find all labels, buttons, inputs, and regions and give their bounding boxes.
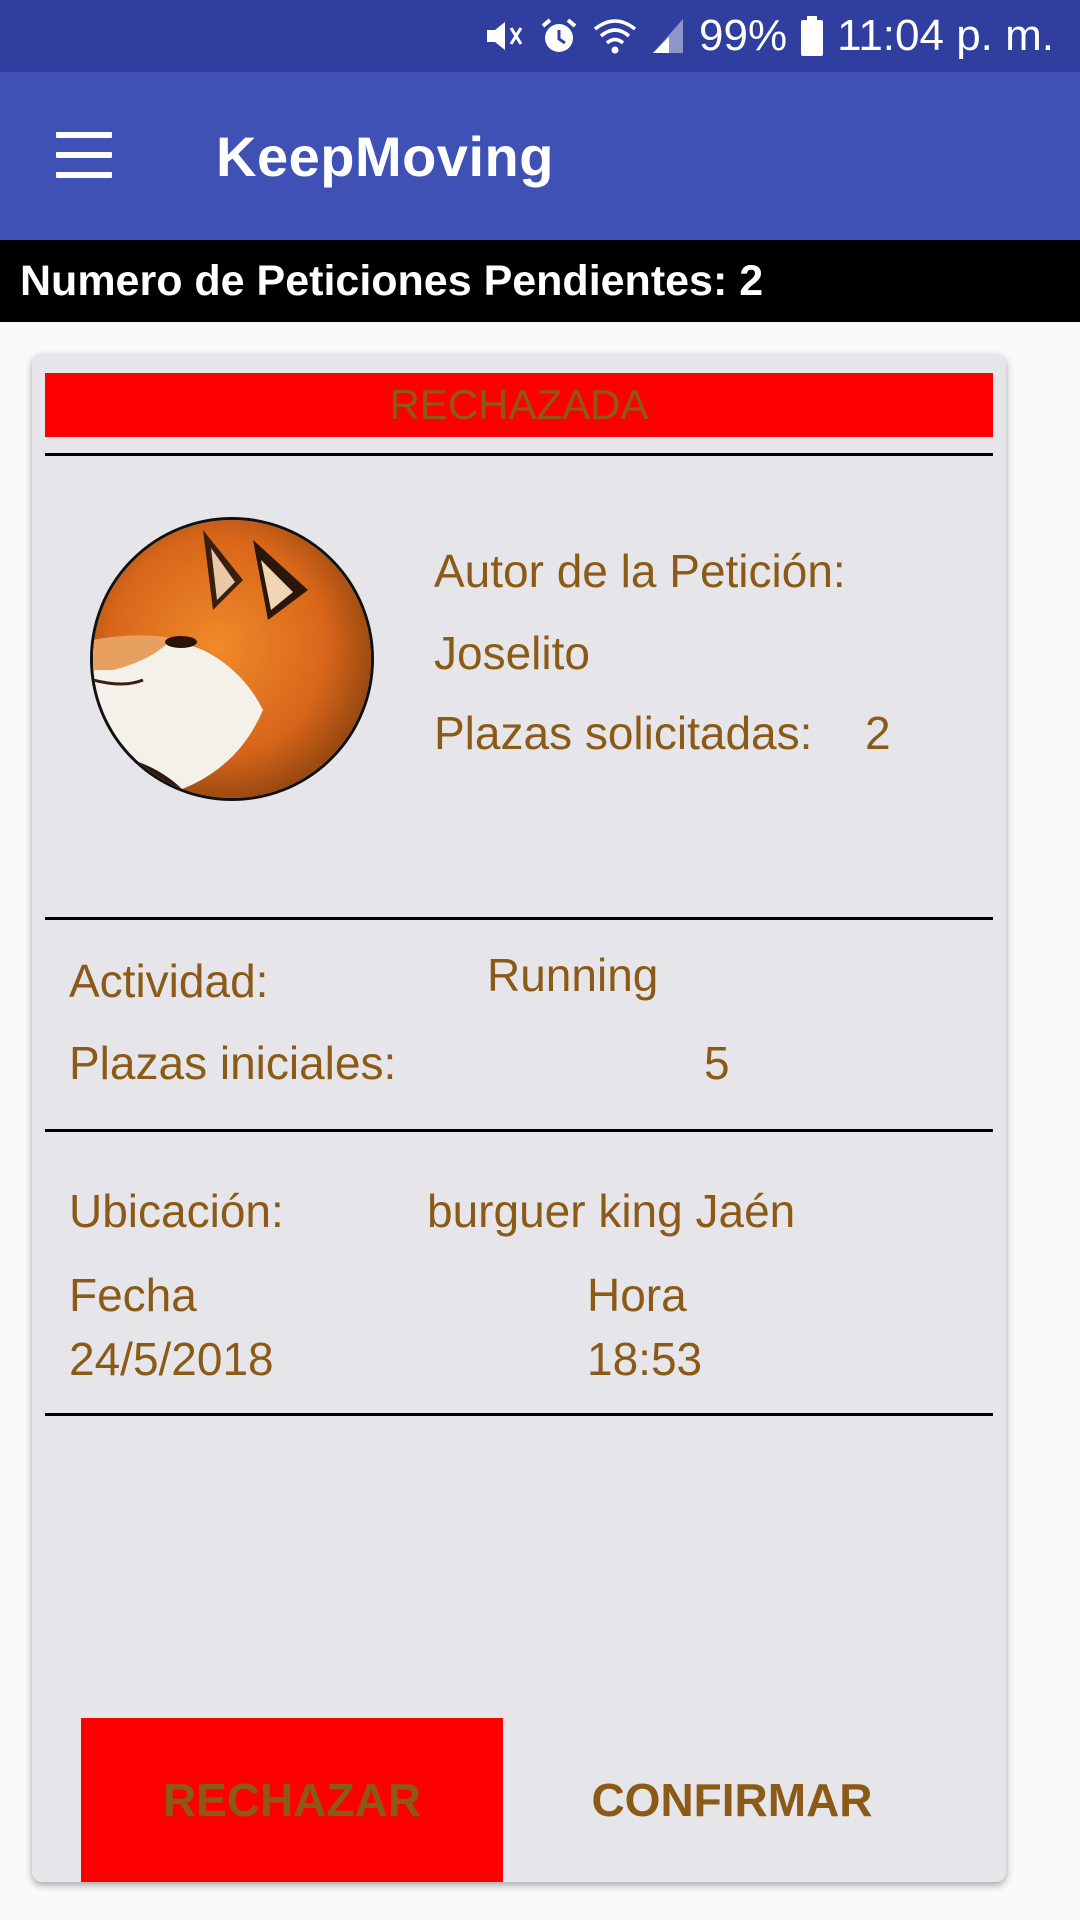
wifi-icon [593,17,637,55]
divider [45,1413,993,1416]
status-bar: 99% 11:04 p. m. [0,0,1080,72]
hamburger-menu-icon[interactable] [56,132,112,178]
requested-seats-label: Plazas solicitadas: [434,707,813,759]
confirm-button[interactable]: CONFIRMAR [503,1718,961,1882]
divider [45,1129,993,1132]
signal-icon [651,17,685,55]
battery-percentage: 99% [699,11,788,60]
app-bar: KeepMoving [0,72,1080,240]
pending-requests-text: Numero de Peticiones Pendientes: 2 [20,256,764,305]
activity-value: Running [487,949,659,1001]
alarm-icon [539,16,579,56]
divider [45,917,993,920]
mute-vibrate-icon [483,16,525,56]
requested-seats-value: 2 [865,707,891,759]
location-label: Ubicación: [69,1185,284,1237]
date-label: Fecha [69,1269,197,1321]
request-card: RECHAZADA Autor de la Petición: Joselito [32,354,1006,1882]
author-name: Joselito [434,627,590,679]
battery-icon [801,16,824,56]
initial-seats-label: Plazas iniciales: [69,1037,397,1089]
status-banner: RECHAZADA [45,373,993,437]
app-title: KeepMoving [216,125,554,188]
reject-button[interactable]: RECHAZAR [81,1718,503,1882]
activity-label: Actividad: [69,955,269,1007]
time-label: Hora [587,1269,687,1321]
pending-requests-bar: Numero de Peticiones Pendientes: 2 [0,240,1080,322]
initial-seats-value: 5 [704,1037,730,1089]
fox-avatar-icon [90,517,374,801]
time-value: 18:53 [587,1333,703,1385]
date-value: 24/5/2018 [69,1333,274,1385]
divider [45,453,993,456]
clock-time: 11:04 p. m. [837,11,1054,60]
location-value: burguer king Jaén [427,1185,796,1237]
action-buttons: RECHAZAR CONFIRMAR [81,1718,961,1882]
author-label: Autor de la Petición: [434,545,846,597]
